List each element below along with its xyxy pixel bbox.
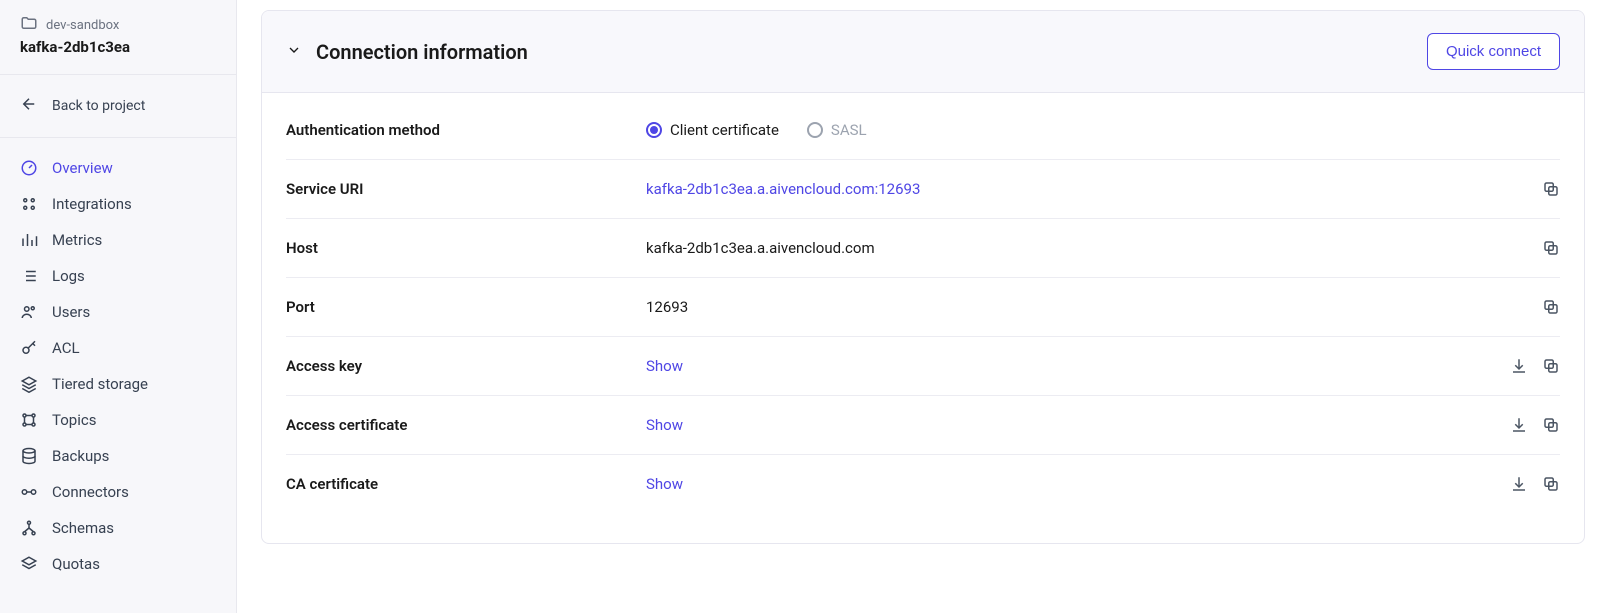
auth-method-label: Authentication method (286, 121, 646, 139)
radio-label: SASL (831, 121, 867, 139)
gauge-icon (20, 159, 38, 177)
nav-item-schemas[interactable]: Schemas (0, 510, 236, 546)
ca-cert-label: CA certificate (286, 475, 646, 493)
row-ca-certificate: CA certificate Show (286, 455, 1560, 513)
copy-icon[interactable] (1542, 298, 1560, 316)
folder-icon (20, 14, 38, 36)
auth-radio-group: Client certificate SASL (646, 121, 1560, 139)
nav-label: Backups (52, 447, 109, 465)
copy-icon[interactable] (1542, 239, 1560, 257)
sidebar-header: dev-sandbox kafka-2db1c3ea (0, 0, 236, 75)
host-value: kafka-2db1c3ea.a.aivencloud.com (646, 239, 1542, 257)
arrow-left-icon (20, 95, 38, 117)
project-name: dev-sandbox (46, 18, 119, 33)
nav-label: Schemas (52, 519, 114, 537)
access-key-label: Access key (286, 357, 646, 375)
nav-item-acl[interactable]: ACL (0, 330, 236, 366)
puzzle-icon (20, 195, 38, 213)
database-icon (20, 447, 38, 465)
show-access-key-link[interactable]: Show (646, 357, 683, 375)
main-content: Connection information Quick connect Aut… (237, 0, 1609, 613)
port-label: Port (286, 298, 646, 316)
service-name: kafka-2db1c3ea (20, 38, 216, 56)
radio-dot-icon (646, 122, 662, 138)
nav-label: Logs (52, 267, 85, 285)
project-row: dev-sandbox (20, 14, 216, 36)
nav-item-overview[interactable]: Overview (0, 150, 236, 186)
panel-body: Authentication method Client certificate… (262, 93, 1584, 543)
show-ca-cert-link[interactable]: Show (646, 475, 683, 493)
access-cert-label: Access certificate (286, 416, 646, 434)
radio-client-certificate[interactable]: Client certificate (646, 121, 779, 139)
download-icon[interactable] (1510, 475, 1528, 493)
nav-item-integrations[interactable]: Integrations (0, 186, 236, 222)
copy-icon[interactable] (1542, 180, 1560, 198)
port-value: 12693 (646, 298, 1542, 316)
nav-label: Quotas (52, 555, 100, 573)
nav-label: Overview (52, 159, 113, 177)
nav-label: Tiered storage (52, 375, 148, 393)
radio-sasl[interactable]: SASL (807, 121, 867, 139)
row-port: Port 12693 (286, 278, 1560, 337)
row-service-uri: Service URI kafka-2db1c3ea.a.aivencloud.… (286, 160, 1560, 219)
radio-dot-icon (807, 122, 823, 138)
service-uri-label: Service URI (286, 180, 646, 198)
radio-label: Client certificate (670, 121, 779, 139)
show-access-cert-link[interactable]: Show (646, 416, 683, 434)
panel-title: Connection information (316, 40, 528, 64)
row-access-key: Access key Show (286, 337, 1560, 396)
bars-icon (20, 231, 38, 249)
download-icon[interactable] (1510, 357, 1528, 375)
nav-label: Connectors (52, 483, 129, 501)
connection-info-panel: Connection information Quick connect Aut… (261, 10, 1585, 544)
plug-icon (20, 483, 38, 501)
host-label: Host (286, 239, 646, 257)
back-label: Back to project (52, 98, 145, 114)
nav-item-quotas[interactable]: Quotas (0, 546, 236, 582)
key-icon (20, 339, 38, 357)
row-auth-method: Authentication method Client certificate… (286, 101, 1560, 160)
chevron-down-icon[interactable] (286, 42, 302, 62)
row-access-certificate: Access certificate Show (286, 396, 1560, 455)
nav-item-connectors[interactable]: Connectors (0, 474, 236, 510)
nav-item-backups[interactable]: Backups (0, 438, 236, 474)
tree-icon (20, 519, 38, 537)
sidebar: dev-sandbox kafka-2db1c3ea Back to proje… (0, 0, 237, 613)
nav-label: Topics (52, 411, 96, 429)
nav-label: Integrations (52, 195, 132, 213)
row-host: Host kafka-2db1c3ea.a.aivencloud.com (286, 219, 1560, 278)
copy-icon[interactable] (1542, 475, 1560, 493)
list-icon (20, 267, 38, 285)
nav-item-users[interactable]: Users (0, 294, 236, 330)
download-icon[interactable] (1510, 416, 1528, 434)
copy-icon[interactable] (1542, 416, 1560, 434)
nav-label: Users (52, 303, 90, 321)
nav-item-tiered-storage[interactable]: Tiered storage (0, 366, 236, 402)
copy-icon[interactable] (1542, 357, 1560, 375)
layers-icon (20, 375, 38, 393)
stack-icon (20, 555, 38, 573)
nav-label: Metrics (52, 231, 102, 249)
users-icon (20, 303, 38, 321)
back-to-project[interactable]: Back to project (0, 75, 236, 138)
topics-icon (20, 411, 38, 429)
service-uri-value[interactable]: kafka-2db1c3ea.a.aivencloud.com:12693 (646, 180, 1542, 198)
nav-item-metrics[interactable]: Metrics (0, 222, 236, 258)
nav-item-topics[interactable]: Topics (0, 402, 236, 438)
nav-list: Overview Integrations Metrics Logs Users (0, 138, 236, 594)
nav-item-logs[interactable]: Logs (0, 258, 236, 294)
panel-header: Connection information Quick connect (262, 11, 1584, 93)
quick-connect-button[interactable]: Quick connect (1427, 33, 1560, 70)
nav-label: ACL (52, 339, 80, 357)
